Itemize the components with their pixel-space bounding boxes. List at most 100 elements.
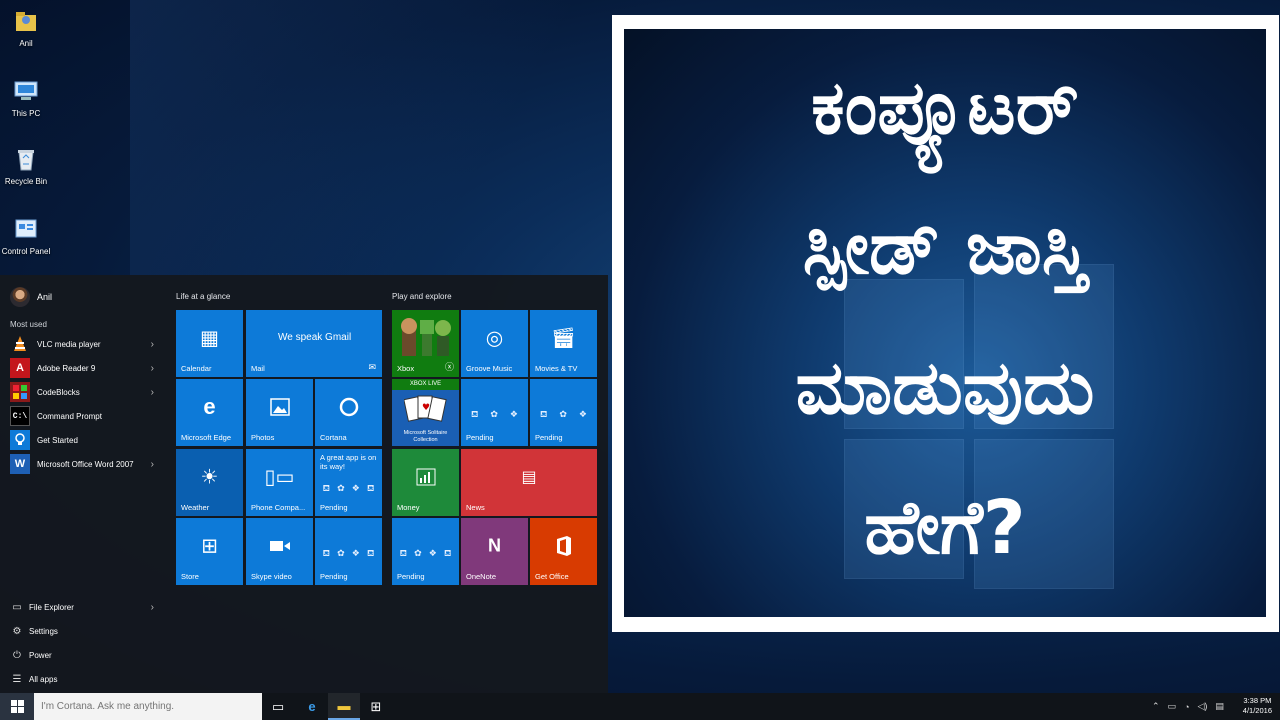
volume-icon[interactable]: ◁): [1198, 701, 1208, 712]
tile-label: Skype video: [251, 572, 292, 581]
tile-promo-pending[interactable]: A great app is on its way! ⛾ ✿ ❖ ⛾ Pending: [315, 449, 382, 516]
tile-pending-4[interactable]: ⛾ ✿ ❖ ⛾ Pending: [392, 518, 459, 585]
desktop-icon-recycle-bin[interactable]: Recycle Bin: [0, 144, 52, 187]
battery-icon[interactable]: ▭: [1168, 701, 1177, 712]
desktop-icon-label: This PC: [11, 109, 41, 118]
tile-pending-1[interactable]: ⛾ ✿ ❖ Pending: [461, 379, 528, 446]
start-settings[interactable]: ⚙ Settings: [10, 621, 160, 641]
photos-icon: [269, 398, 290, 416]
store-bag-icon: ⊞: [201, 535, 218, 558]
start-file-explorer[interactable]: ▭ File Explorer ›: [10, 597, 160, 617]
money-chart-icon: [416, 468, 435, 486]
vlc-icon: [10, 334, 30, 354]
envelope-icon: ✉: [368, 362, 376, 372]
store-taskbar-button[interactable]: ⊞: [360, 693, 392, 720]
taskbar: ▭ e ▬ ⊞ ⌃ ▭ ◔ ◁) ▤ 3:38 PM 4/1/2016: [0, 693, 1280, 720]
chevron-right-icon[interactable]: ›: [151, 387, 154, 398]
user-name: Anil: [37, 292, 53, 302]
tile-solitaire[interactable]: XBOX LIVE ♥ Microsoft Solitaire Collecti…: [392, 379, 459, 446]
phone-companion-icon: ▯▭: [264, 466, 295, 489]
edge-taskbar-button[interactable]: e: [296, 693, 328, 720]
tile-news[interactable]: ▤ News: [461, 449, 597, 516]
tile-label: News: [466, 503, 485, 512]
tile-label: Cortana: [320, 433, 347, 442]
pending-placeholder-icons: ⛾ ✿ ❖ ⛾: [322, 483, 375, 493]
tile-pending-3[interactable]: ⛾ ✿ ❖ ⛾ Pending: [315, 518, 382, 585]
xbox-characters-icon: [401, 318, 451, 356]
tile-xbox[interactable]: Xbox ⓧ: [392, 310, 459, 377]
most-used-item-word-2007[interactable]: W Microsoft Office Word 2007 ›: [10, 453, 160, 475]
title-line-3: ಮಾಡುವುದು: [795, 345, 1095, 431]
desktop-icon-control-panel[interactable]: Control Panel: [0, 214, 52, 257]
tile-store[interactable]: ⊞ Store: [176, 518, 243, 585]
most-used-label: VLC media player: [37, 339, 101, 349]
chevron-right-icon[interactable]: ›: [151, 363, 154, 374]
edge-icon: e: [308, 699, 316, 714]
tile-phone-companion[interactable]: ▯▭ Phone Compa...: [246, 449, 313, 516]
task-view-button[interactable]: ▭: [262, 693, 294, 720]
most-used-item-codeblocks[interactable]: CodeBlocks ›: [10, 381, 160, 403]
clock-time: 3:38 PM: [1243, 696, 1272, 705]
pending-placeholder-icons: ⛾ ✿ ❖: [471, 409, 518, 419]
tile-money[interactable]: Money: [392, 449, 459, 516]
tile-cortana[interactable]: Cortana: [315, 379, 382, 446]
start-power[interactable]: ⏻ Power: [10, 645, 160, 665]
wifi-icon[interactable]: ◔: [1184, 702, 1189, 712]
promo-text: A great app is on its way!: [320, 453, 377, 471]
taskbar-clock[interactable]: 3:38 PM 4/1/2016: [1243, 696, 1272, 716]
tile-movies-tv[interactable]: 🎬︎ Movies & TV: [530, 310, 597, 377]
tile-skype-video[interactable]: Skype video: [246, 518, 313, 585]
file-explorer-taskbar-button[interactable]: ▬: [328, 693, 360, 720]
chevron-right-icon[interactable]: ›: [151, 459, 154, 470]
desktop-icon-this-pc[interactable]: This PC: [0, 76, 52, 119]
title-line-1: ಕಂಪ್ಯೂಟರ್: [811, 65, 1079, 151]
tile-label: Microsoft Solitaire Collection: [403, 430, 448, 443]
notifications-icon[interactable]: ▤: [1215, 701, 1224, 712]
most-used-heading: Most used: [10, 320, 47, 329]
most-used-item-command-prompt[interactable]: C:\ Command Prompt: [10, 405, 160, 427]
tile-mail[interactable]: We speak Gmail Mail ✉: [246, 310, 382, 377]
tile-get-office[interactable]: Get Office: [530, 518, 597, 585]
cortana-search-input[interactable]: [34, 693, 262, 720]
most-used-item-adobe-reader[interactable]: A Adobe Reader 9 ›: [10, 357, 160, 379]
calendar-icon: ▦: [200, 327, 219, 350]
tile-label: Mail: [251, 364, 265, 373]
tile-groove-music[interactable]: ◎ Groove Music: [461, 310, 528, 377]
tile-onenote[interactable]: N OneNote: [461, 518, 528, 585]
xbox-live-banner: XBOX LIVE: [392, 379, 459, 390]
pending-placeholder-icons: ⛾ ✿ ❖ ⛾: [399, 548, 452, 558]
task-view-icon: ▭: [271, 698, 285, 714]
pending-placeholder-icons: ⛾ ✿ ❖ ⛾: [322, 548, 375, 558]
tile-pending-2[interactable]: ⛾ ✿ ❖ Pending: [530, 379, 597, 446]
desktop-icon-user-folder[interactable]: Anil: [0, 6, 52, 49]
tile-calendar[interactable]: ▦ Calendar: [176, 310, 243, 377]
user-account[interactable]: Anil: [10, 286, 52, 308]
tile-microsoft-edge[interactable]: e Microsoft Edge: [176, 379, 243, 446]
tile-label: Xbox: [397, 364, 415, 373]
tile-label: Groove Music: [466, 364, 513, 373]
start-menu-left-column: Anil Most used VLC media player › A Adob…: [0, 275, 168, 693]
tile-photos[interactable]: Photos: [246, 379, 313, 446]
mail-live-message: We speak Gmail: [278, 332, 352, 343]
news-icon: ▤: [521, 469, 537, 487]
user-folder-icon: [16, 12, 36, 31]
start-all-apps[interactable]: ☰ All apps: [10, 669, 160, 689]
windows-logo-icon: [10, 700, 24, 713]
playing-cards-icon: ♥: [404, 395, 447, 422]
tile-label: Pending: [320, 503, 348, 512]
clock-date: 4/1/2016: [1242, 706, 1272, 715]
avatar: [10, 287, 30, 307]
most-used-item-get-started[interactable]: Get Started: [10, 429, 160, 451]
tile-label: Phone Compa...: [251, 503, 306, 512]
chevron-right-icon[interactable]: ›: [151, 602, 154, 613]
tile-label: Weather: [181, 503, 210, 512]
list-icon: ☰: [12, 673, 22, 685]
start-button[interactable]: [0, 693, 34, 720]
chevron-up-icon[interactable]: ⌃: [1152, 701, 1160, 712]
tile-weather[interactable]: ☀ Weather: [176, 449, 243, 516]
chevron-right-icon[interactable]: ›: [151, 339, 154, 350]
groove-music-icon: ◎: [485, 327, 504, 350]
most-used-item-vlc[interactable]: VLC media player ›: [10, 333, 160, 355]
bottom-item-label: All apps: [29, 674, 58, 684]
control-panel-icon: [15, 219, 37, 238]
